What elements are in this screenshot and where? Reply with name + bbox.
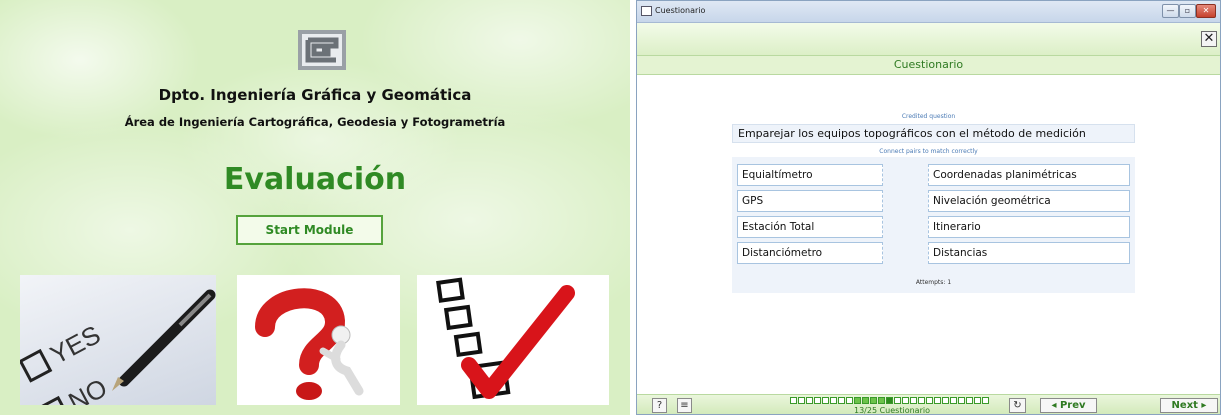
progress-cell[interactable] xyxy=(878,397,885,404)
progress-cell[interactable] xyxy=(894,397,901,404)
progress-cell[interactable] xyxy=(966,397,973,404)
progress-cell[interactable] xyxy=(942,397,949,404)
start-module-button[interactable]: Start Module xyxy=(236,215,383,245)
question-mark-image xyxy=(237,275,400,405)
progress-cell[interactable] xyxy=(806,397,813,404)
prev-button[interactable]: ◂ Prev xyxy=(1040,398,1097,413)
menu-list-icon[interactable]: ≡ xyxy=(677,398,692,413)
progress-cell[interactable] xyxy=(798,397,805,404)
quiz-header: Cuestionario xyxy=(637,55,1220,75)
next-button[interactable]: Next ▸ xyxy=(1160,398,1218,413)
progress-cell[interactable] xyxy=(902,397,909,404)
progress-cell[interactable] xyxy=(790,397,797,404)
progress-cell[interactable] xyxy=(830,397,837,404)
progress-cell[interactable] xyxy=(854,397,861,404)
checkbox-checkmark-image xyxy=(417,275,609,405)
question-text: Emparejar los equipos topográficos con e… xyxy=(732,124,1135,143)
quiz-window: Cuestionario — ▫ ✕ ✕ Cuestionario Credit… xyxy=(636,0,1221,415)
match-right-item[interactable]: Itinerario xyxy=(928,216,1130,238)
department-subtitle: Área de Ingeniería Cartográfica, Geodesi… xyxy=(124,115,506,129)
window-close-button[interactable]: ✕ xyxy=(1196,4,1216,18)
progress-cell[interactable] xyxy=(958,397,965,404)
question-caption: Credited question xyxy=(901,113,956,120)
match-right-item[interactable]: Distancias xyxy=(928,242,1130,264)
match-right-item[interactable]: Nivelación geométrica xyxy=(928,190,1130,212)
progress-cell[interactable] xyxy=(862,397,869,404)
match-left-item[interactable]: Estación Total xyxy=(737,216,883,238)
top-band xyxy=(637,23,1220,55)
progress-text: 13/25 Cuestionario xyxy=(854,406,930,415)
department-logo xyxy=(298,30,346,70)
yes-word: YES xyxy=(45,319,105,370)
intro-panel: Dpto. Ingeniería Gráfica y Geomática Áre… xyxy=(0,0,630,415)
question-instruction: Connect pairs to match correctly xyxy=(879,148,978,155)
match-left-item[interactable]: Equialtímetro xyxy=(737,164,883,186)
refresh-icon[interactable]: ↻ xyxy=(1009,398,1026,413)
checkbox-checkmark-illustration xyxy=(436,277,575,400)
match-left-item[interactable]: Distanciómetro xyxy=(737,242,883,264)
progress-cell[interactable] xyxy=(886,397,893,404)
progress-cell[interactable] xyxy=(950,397,957,404)
progress-cell[interactable] xyxy=(926,397,933,404)
progress-cell[interactable] xyxy=(910,397,917,404)
no-word: NO xyxy=(63,372,112,405)
help-button[interactable]: ? xyxy=(652,398,667,413)
maximize-button[interactable]: ▫ xyxy=(1179,4,1196,18)
progress-cell[interactable] xyxy=(822,397,829,404)
progress-cell[interactable] xyxy=(870,397,877,404)
progress-cell[interactable] xyxy=(934,397,941,404)
attempts-counter: Attempts: 1 xyxy=(915,279,952,286)
question-mark-figure xyxy=(255,288,364,400)
footer-bar: ? ≡ 13/25 Cuestionario ↻ ◂ Prev Next ▸ xyxy=(637,394,1220,415)
window-title: Cuestionario xyxy=(655,6,706,15)
minimize-button[interactable]: — xyxy=(1162,4,1179,18)
app-icon xyxy=(641,6,652,16)
matching-area: Equialtímetro GPS Estación Total Distanc… xyxy=(732,157,1135,293)
match-left-item[interactable]: GPS xyxy=(737,190,883,212)
progress-cell[interactable] xyxy=(982,397,989,404)
evaluation-heading: Evaluación xyxy=(223,162,407,197)
close-icon[interactable]: ✕ xyxy=(1201,31,1217,47)
progress-bar xyxy=(790,397,989,405)
department-title: Dpto. Ingeniería Gráfica y Geomática xyxy=(158,86,472,104)
yes-no-checkbox-image: YES NO xyxy=(20,275,216,405)
progress-cell[interactable] xyxy=(814,397,821,404)
progress-cell[interactable] xyxy=(838,397,845,404)
progress-cell[interactable] xyxy=(974,397,981,404)
progress-cell[interactable] xyxy=(918,397,925,404)
match-right-item[interactable]: Coordenadas planimétricas xyxy=(928,164,1130,186)
progress-cell[interactable] xyxy=(846,397,853,404)
window-titlebar[interactable]: Cuestionario — ▫ ✕ xyxy=(637,1,1220,23)
yes-no-illustration: YES NO xyxy=(20,289,216,405)
